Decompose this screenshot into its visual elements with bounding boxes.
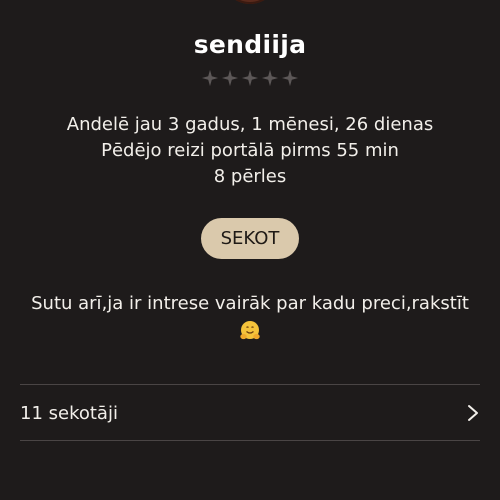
follow-button[interactable]: SEKOT (201, 218, 299, 259)
last-seen-text: Pēdējo reizi portālā pirms 55 min (101, 140, 399, 161)
followers-row[interactable]: 11 sekotāji (20, 386, 480, 440)
divider-bottom (20, 440, 480, 441)
pearls-count: 8 pērles (213, 166, 287, 187)
followers-count: 11 sekotāji (20, 402, 118, 424)
star-icon (281, 69, 299, 87)
hugging-face-icon (240, 321, 260, 340)
avatar (222, 0, 278, 4)
star-icon (241, 69, 259, 87)
rating-stars (0, 66, 500, 90)
star-icon (201, 69, 219, 87)
star-icon (221, 69, 239, 87)
member-since-text: Andelē jau 3 gadus, 1 mēnesi, 26 dienas (66, 114, 434, 135)
star-icon (261, 69, 279, 87)
divider-top (20, 384, 480, 385)
profile-bio: Sutu arī,ja ir intrese vairāk par kadu p… (20, 290, 480, 344)
profile-info: Andelē jau 3 gadus, 1 mēnesi, 26 dienas … (0, 112, 500, 190)
profile-username: sendiija (193, 30, 307, 59)
chevron-right-icon (468, 405, 478, 421)
bio-text: Sutu arī,ja ir intrese vairāk par kadu p… (31, 293, 469, 314)
